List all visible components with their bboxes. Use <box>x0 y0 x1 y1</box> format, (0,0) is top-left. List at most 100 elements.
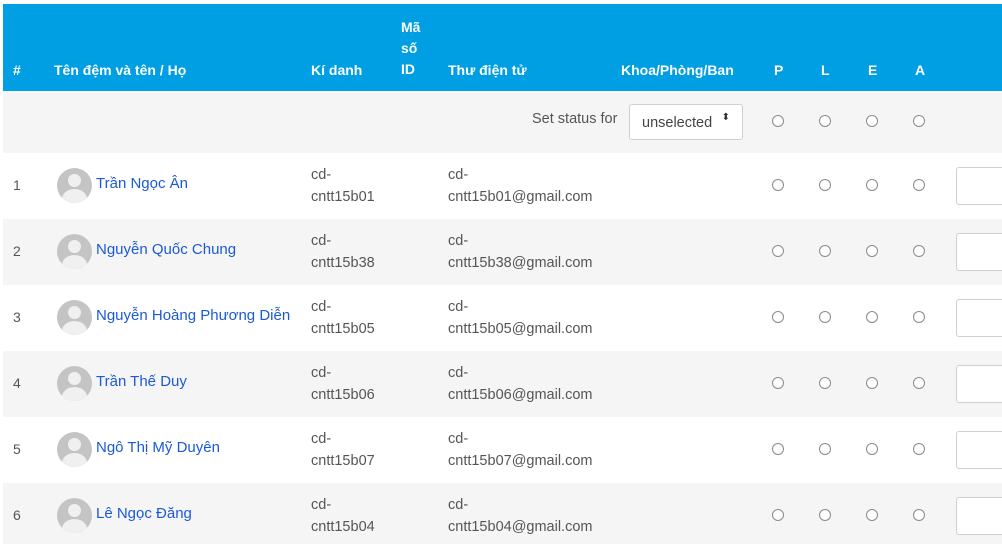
email-line1: cd- <box>448 233 469 249</box>
username-line1: cd- <box>311 365 332 381</box>
email-line1: cd- <box>448 365 469 381</box>
table-row: 6 Lê Ngọc Đăng cd- cntt15b04 cd- cntt15b… <box>3 483 1002 544</box>
email-line2: cntt15b04@gmail.com <box>448 519 593 535</box>
username-line1: cd- <box>311 431 332 447</box>
late-radio[interactable] <box>819 245 831 257</box>
username-line2: cntt15b06 <box>311 387 375 403</box>
absent-radio[interactable] <box>913 245 925 257</box>
header-idnumber-line2[interactable]: số <box>401 38 417 58</box>
remarks-input[interactable] <box>956 299 1002 337</box>
username-line2: cntt15b38 <box>311 255 375 271</box>
avatar[interactable] <box>57 366 92 401</box>
email-line2: cntt15b06@gmail.com <box>448 387 593 403</box>
username-line2: cntt15b05 <box>311 321 375 337</box>
remarks-input[interactable] <box>956 497 1002 535</box>
avatar[interactable] <box>57 168 92 203</box>
status-select-value: unselected <box>642 115 713 131</box>
email-line2: cntt15b07@gmail.com <box>448 453 593 469</box>
select-arrows-icon: ⬍ <box>721 112 730 123</box>
remarks-input[interactable] <box>956 167 1002 205</box>
username-line1: cd- <box>311 233 332 249</box>
header-present: P <box>774 62 784 78</box>
set-status-row: Set status for unselected ⬍ <box>3 91 1002 153</box>
student-name-link[interactable]: Lê Ngọc Đăng <box>96 505 192 522</box>
late-radio[interactable] <box>819 179 831 191</box>
absent-radio[interactable] <box>913 377 925 389</box>
set-status-label: Set status for <box>532 111 618 127</box>
student-name-link[interactable]: Nguyễn Hoàng Phương Diễn <box>96 307 290 324</box>
header-absent: A <box>915 62 926 78</box>
present-radio[interactable] <box>772 245 784 257</box>
avatar[interactable] <box>57 300 92 335</box>
username-line1: cd- <box>311 497 332 513</box>
attendance-table: # Tên đệm và tên / Họ Kí danh Mã số ID T… <box>0 0 1002 544</box>
table-row: 2 Nguyễn Quốc Chung cd- cntt15b38 cd- cn… <box>3 219 1002 285</box>
set-all-absent-radio[interactable] <box>913 115 925 127</box>
row-number: 3 <box>13 309 21 325</box>
email-line1: cd- <box>448 431 469 447</box>
remarks-input[interactable] <box>956 431 1002 469</box>
student-name-link[interactable]: Trần Ngọc Ân <box>96 175 188 192</box>
student-name-link[interactable]: Trần Thế Duy <box>96 373 187 390</box>
excused-radio[interactable] <box>866 443 878 455</box>
excused-radio[interactable] <box>866 179 878 191</box>
absent-radio[interactable] <box>913 443 925 455</box>
status-select[interactable]: unselected ⬍ <box>629 104 743 140</box>
table-header: # Tên đệm và tên / Họ Kí danh Mã số ID T… <box>3 4 1002 91</box>
avatar[interactable] <box>57 432 92 467</box>
header-idnumber-line1[interactable]: Mã <box>401 17 420 37</box>
username-line2: cntt15b07 <box>311 453 375 469</box>
username-line2: cntt15b04 <box>311 519 375 535</box>
avatar[interactable] <box>57 498 92 533</box>
excused-radio[interactable] <box>866 311 878 323</box>
student-name-link[interactable]: Ngô Thị Mỹ Duyên <box>96 439 220 456</box>
set-all-present-radio[interactable] <box>772 115 784 127</box>
email-line1: cd- <box>448 497 469 513</box>
email-line1: cd- <box>448 167 469 183</box>
email-line2: cntt15b05@gmail.com <box>448 321 593 337</box>
absent-radio[interactable] <box>913 509 925 521</box>
avatar[interactable] <box>57 234 92 269</box>
header-excused: E <box>868 62 878 78</box>
present-radio[interactable] <box>772 443 784 455</box>
header-idnumber-line3[interactable]: ID <box>401 59 415 79</box>
present-radio[interactable] <box>772 179 784 191</box>
row-number: 1 <box>13 177 21 193</box>
excused-radio[interactable] <box>866 509 878 521</box>
late-radio[interactable] <box>819 509 831 521</box>
present-radio[interactable] <box>772 311 784 323</box>
absent-radio[interactable] <box>913 179 925 191</box>
header-department[interactable]: Khoa/Phòng/Ban <box>621 60 734 80</box>
student-name-link[interactable]: Nguyễn Quốc Chung <box>96 241 236 258</box>
excused-radio[interactable] <box>866 245 878 257</box>
remarks-input[interactable] <box>956 233 1002 271</box>
header-username[interactable]: Kí danh <box>311 60 362 80</box>
username-line1: cd- <box>311 299 332 315</box>
username-line1: cd- <box>311 167 332 183</box>
remarks-input[interactable] <box>956 365 1002 403</box>
row-number: 6 <box>13 507 21 523</box>
email-line2: cntt15b01@gmail.com <box>448 189 593 205</box>
email-line2: cntt15b38@gmail.com <box>448 255 593 271</box>
row-number: 5 <box>13 441 21 457</box>
table-row: 1 Trần Ngọc Ân cd- cntt15b01 cd- cntt15b… <box>3 153 1002 219</box>
table-row: 3 Nguyễn Hoàng Phương Diễn cd- cntt15b05… <box>3 285 1002 351</box>
set-all-excused-radio[interactable] <box>866 115 878 127</box>
email-line1: cd- <box>448 299 469 315</box>
username-line2: cntt15b01 <box>311 189 375 205</box>
header-late: L <box>821 62 830 78</box>
present-radio[interactable] <box>772 377 784 389</box>
late-radio[interactable] <box>819 443 831 455</box>
set-all-late-radio[interactable] <box>819 115 831 127</box>
absent-radio[interactable] <box>913 311 925 323</box>
late-radio[interactable] <box>819 377 831 389</box>
excused-radio[interactable] <box>866 377 878 389</box>
header-num: # <box>13 62 21 78</box>
present-radio[interactable] <box>772 509 784 521</box>
header-email[interactable]: Thư điện tử <box>448 60 527 80</box>
late-radio[interactable] <box>819 311 831 323</box>
table-row: 5 Ngô Thị Mỹ Duyên cd- cntt15b07 cd- cnt… <box>3 417 1002 483</box>
header-name[interactable]: Tên đệm và tên / Họ <box>54 60 186 80</box>
table-row: 4 Trần Thế Duy cd- cntt15b06 cd- cntt15b… <box>3 351 1002 417</box>
row-number: 4 <box>13 375 21 391</box>
